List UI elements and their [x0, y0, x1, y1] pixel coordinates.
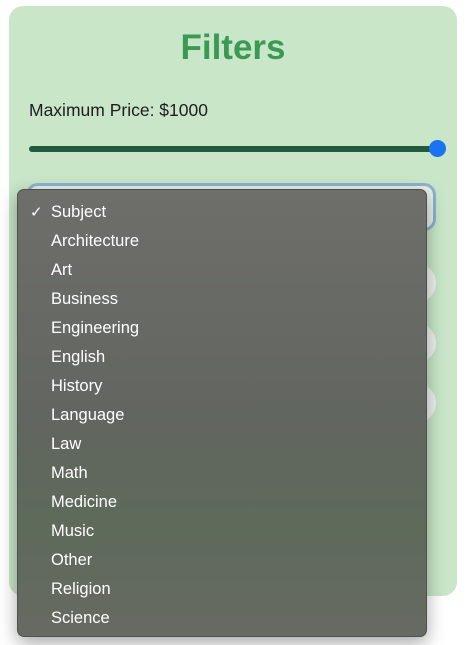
subject-option-label: Business [51, 290, 118, 308]
subject-option-label: History [51, 377, 103, 395]
subject-option-label: Language [51, 406, 125, 424]
subject-option-label: Religion [51, 580, 111, 598]
subject-option-religion[interactable]: Religion [18, 575, 426, 604]
subject-option-science[interactable]: Science [18, 604, 426, 633]
subject-option-label: Law [51, 435, 82, 453]
subject-option-label: Art [51, 261, 73, 279]
subject-option-english[interactable]: English [18, 343, 426, 372]
subject-option-history[interactable]: History [18, 372, 426, 401]
subject-option-label: Medicine [51, 493, 118, 511]
subject-option-language[interactable]: Language [18, 401, 426, 430]
subject-option-business[interactable]: Business [18, 285, 426, 314]
subject-option-math[interactable]: Math [18, 459, 426, 488]
subject-option-label: Math [51, 464, 88, 482]
subject-option-music[interactable]: Music [18, 517, 426, 546]
filters-title: Filters [180, 28, 286, 67]
subject-option-architecture[interactable]: Architecture [18, 227, 426, 256]
max-price-label: Maximum Price: $1000 [29, 100, 208, 120]
subject-option-subject[interactable]: ✓ Subject [18, 198, 426, 227]
subject-option-other[interactable]: Other [18, 546, 426, 575]
subject-option-art[interactable]: Art [18, 256, 426, 285]
slider-fill [29, 146, 437, 152]
slider-thumb[interactable] [429, 140, 446, 157]
subject-option-law[interactable]: Law [18, 430, 426, 459]
subject-option-engineering[interactable]: Engineering [18, 314, 426, 343]
max-price-slider[interactable] [29, 140, 446, 158]
subject-option-label: Music [51, 522, 95, 540]
subject-option-medicine[interactable]: Medicine [18, 488, 426, 517]
subject-option-label: Other [51, 551, 93, 569]
subject-option-label: English [51, 348, 106, 366]
subject-option-label: Science [51, 609, 110, 627]
subject-options-list: ✓ Subject Architecture Art Business Engineeri… [18, 198, 426, 633]
subject-option-label: Subject [51, 203, 107, 221]
subject-option-label: Engineering [51, 319, 140, 337]
checkmark-icon: ✓ [30, 204, 43, 221]
subject-option-label: Architecture [51, 232, 140, 250]
subject-dropdown-menu: ✓ Subject Architecture Art Business Engineeri… [17, 189, 427, 637]
